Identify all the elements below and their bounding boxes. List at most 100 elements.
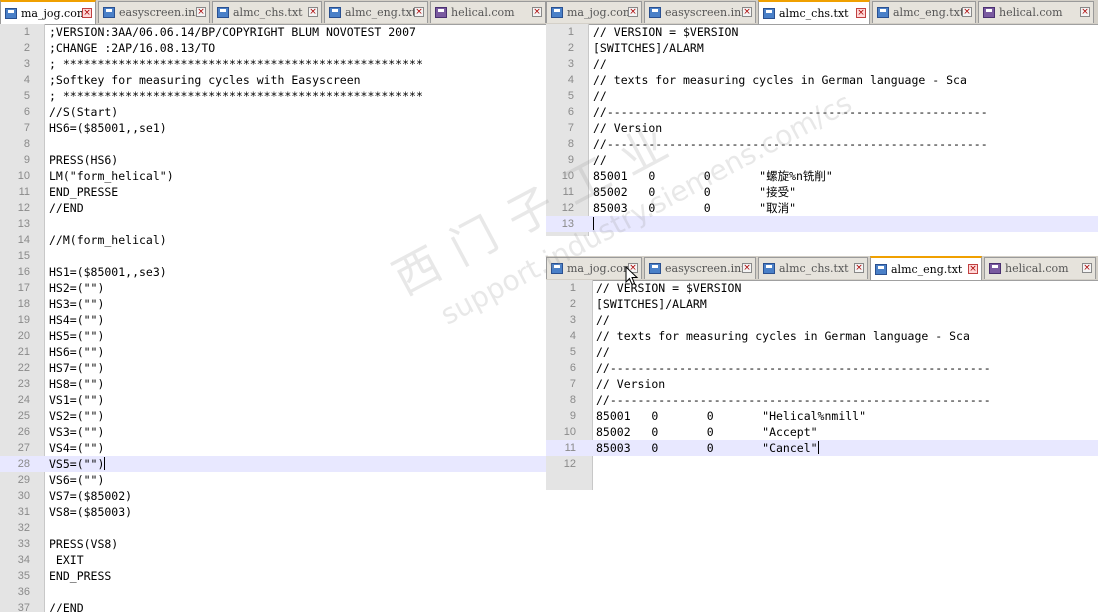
code-line[interactable]: 1 // VERSION = $VERSION <box>546 24 1098 40</box>
code-line[interactable]: 9 PRESS(HS6) <box>0 152 548 168</box>
code-line[interactable]: 5 // <box>546 344 1098 360</box>
close-tab-icon[interactable]: × <box>82 8 92 18</box>
code-line[interactable]: 12 85003 0 0 "取消" <box>546 200 1098 216</box>
code-line[interactable]: 5 // <box>546 88 1098 104</box>
code-line[interactable]: 20 HS5=("") <box>0 328 548 344</box>
code-line[interactable]: 31 VS8=($85003) <box>0 504 548 520</box>
code-text: HS3=("") <box>49 297 105 311</box>
code-line[interactable]: 8 //-------------------------------------… <box>546 136 1098 152</box>
mouse-pointer-icon <box>625 266 639 286</box>
left-code-area[interactable]: 1 ;VERSION:3AA/06.06.14/BP/COPYRIGHT BLUM… <box>0 24 548 612</box>
code-line[interactable]: 34 EXIT <box>0 552 548 568</box>
code-line[interactable]: 7 HS6=($85001,,se1) <box>0 120 548 136</box>
file-icon <box>875 264 887 275</box>
code-line[interactable]: 10 LM("form_helical") <box>0 168 548 184</box>
code-line[interactable]: 6 //S(Start) <box>0 104 548 120</box>
code-line[interactable]: 9 85001 0 0 "Helical%nmill" <box>546 408 1098 424</box>
code-line[interactable]: 7 // Version <box>546 376 1098 392</box>
code-line[interactable]: 6 //-------------------------------------… <box>546 360 1098 376</box>
code-line[interactable]: 11 85003 0 0 "Cancel" <box>546 440 1098 456</box>
close-tab-icon[interactable]: × <box>1080 7 1090 17</box>
code-line[interactable]: 4 ;Softkey for measuring cycles with Easy… <box>0 72 548 88</box>
code-line[interactable]: 3 ; *************************************… <box>0 56 548 72</box>
code-text <box>593 216 594 232</box>
code-line[interactable]: 12 <box>546 456 1098 472</box>
code-line[interactable]: 23 HS8=("") <box>0 376 548 392</box>
code-line[interactable]: 1 ;VERSION:3AA/06.06.14/BP/COPYRIGHT BLUM… <box>0 24 548 40</box>
tab-almc-chs-txt[interactable]: almc_chs.txt × <box>758 257 868 279</box>
tab-almc-eng-txt[interactable]: almc_eng.txt × <box>870 256 982 280</box>
tab-label: almc_eng.txt <box>345 6 417 19</box>
line-number: 12 <box>561 202 574 214</box>
code-line[interactable]: 6 //-------------------------------------… <box>546 104 1098 120</box>
close-tab-icon[interactable]: × <box>856 8 866 18</box>
close-tab-icon[interactable]: × <box>742 263 752 273</box>
code-line[interactable]: 22 HS7=("") <box>0 360 548 376</box>
code-line[interactable]: 3 // <box>546 56 1098 72</box>
tab-almc-chs-txt[interactable]: almc_chs.txt × <box>212 1 322 23</box>
code-line[interactable]: 21 HS6=("") <box>0 344 548 360</box>
line-number: 12 <box>17 202 30 214</box>
tab-helical-com[interactable]: helical.com × <box>978 1 1094 23</box>
code-line[interactable]: 27 VS4=("") <box>0 440 548 456</box>
code-text: 85001 0 0 "螺旋%n铣削" <box>593 169 833 183</box>
code-line[interactable]: 17 HS2=("") <box>0 280 548 296</box>
code-line[interactable]: 7 // Version <box>546 120 1098 136</box>
close-tab-icon[interactable]: × <box>532 7 542 17</box>
code-line[interactable]: 3 // <box>546 312 1098 328</box>
tab-ma-jog-com[interactable]: ma_jog.com × <box>0 0 96 24</box>
tab-easyscreen-ini[interactable]: easyscreen.ini × <box>98 1 210 23</box>
code-line[interactable]: 2 ;CHANGE :2AP/16.08.13/TO <box>0 40 548 56</box>
close-tab-icon[interactable]: × <box>1082 263 1092 273</box>
code-line[interactable]: 19 HS4=("") <box>0 312 548 328</box>
tab-almc-eng-txt[interactable]: almc_eng.txt × <box>872 1 976 23</box>
code-line[interactable]: 10 85001 0 0 "螺旋%n铣削" <box>546 168 1098 184</box>
code-line[interactable]: 10 85002 0 0 "Accept" <box>546 424 1098 440</box>
code-line[interactable]: 13 <box>546 216 1098 232</box>
tab-almc-chs-txt[interactable]: almc_chs.txt × <box>758 0 870 24</box>
code-line[interactable]: 4 // texts for measuring cycles in German… <box>546 72 1098 88</box>
code-line[interactable]: 11 END_PRESSE <box>0 184 548 200</box>
code-line[interactable]: 28 VS5=("") <box>0 456 548 472</box>
code-line[interactable]: 26 VS3=("") <box>0 424 548 440</box>
code-line[interactable]: 2 [SWITCHES]/ALARM <box>546 296 1098 312</box>
close-tab-icon[interactable]: × <box>196 7 206 17</box>
code-line[interactable]: 15 <box>0 248 548 264</box>
tab-ma-jog-com[interactable]: ma_jog.com × <box>546 1 642 23</box>
close-tab-icon[interactable]: × <box>628 7 638 17</box>
code-line[interactable]: 4 // texts for measuring cycles in German… <box>546 328 1098 344</box>
code-line[interactable]: 37 //END <box>0 600 548 612</box>
code-line[interactable]: 30 VS7=($85002) <box>0 488 548 504</box>
tab-helical-com[interactable]: helical.com × <box>984 257 1096 279</box>
code-line[interactable]: 35 END_PRESS <box>0 568 548 584</box>
code-line[interactable]: 12 //END <box>0 200 548 216</box>
code-line[interactable]: 33 PRESS(VS8) <box>0 536 548 552</box>
close-tab-icon[interactable]: × <box>742 7 752 17</box>
code-line[interactable]: 25 VS2=("") <box>0 408 548 424</box>
code-line[interactable]: 32 <box>0 520 548 536</box>
code-line[interactable]: 24 VS1=("") <box>0 392 548 408</box>
code-line[interactable]: 14 //M(form_helical) <box>0 232 548 248</box>
close-tab-icon[interactable]: × <box>962 7 972 17</box>
tab-easyscreen-ini[interactable]: easyscreen.ini × <box>644 257 756 279</box>
tab-almc-eng-txt[interactable]: almc_eng.txt × <box>324 1 428 23</box>
code-line[interactable]: 8 <box>0 136 548 152</box>
top-right-code-area[interactable]: 1// VERSION = $VERSION 2 [SWITCHES]/ALARM 3… <box>546 24 1098 236</box>
code-line[interactable]: 2 [SWITCHES]/ALARM <box>546 40 1098 56</box>
tab-easyscreen-ini[interactable]: easyscreen.ini × <box>644 1 756 23</box>
code-line[interactable]: 36 <box>0 584 548 600</box>
code-line[interactable]: 11 85002 0 0 "接受" <box>546 184 1098 200</box>
code-line[interactable]: 13 <box>0 216 548 232</box>
code-line[interactable]: 16 HS1=($85001,,se3) <box>0 264 548 280</box>
tab-helical-com[interactable]: helical.com × <box>430 1 546 23</box>
close-tab-icon[interactable]: × <box>308 7 318 17</box>
close-tab-icon[interactable]: × <box>854 263 864 273</box>
code-line[interactable]: 9 // <box>546 152 1098 168</box>
code-line[interactable]: 29 VS6=("") <box>0 472 548 488</box>
code-line[interactable]: 18 HS3=("") <box>0 296 548 312</box>
code-line[interactable]: 8 //-------------------------------------… <box>546 392 1098 408</box>
close-tab-icon[interactable]: × <box>968 264 978 274</box>
bottom-right-code-area[interactable]: 1// VERSION = $VERSION 2 [SWITCHES]/ALARM 3… <box>546 280 1098 490</box>
code-line[interactable]: 5 ; *************************************… <box>0 88 548 104</box>
close-tab-icon[interactable]: × <box>414 7 424 17</box>
